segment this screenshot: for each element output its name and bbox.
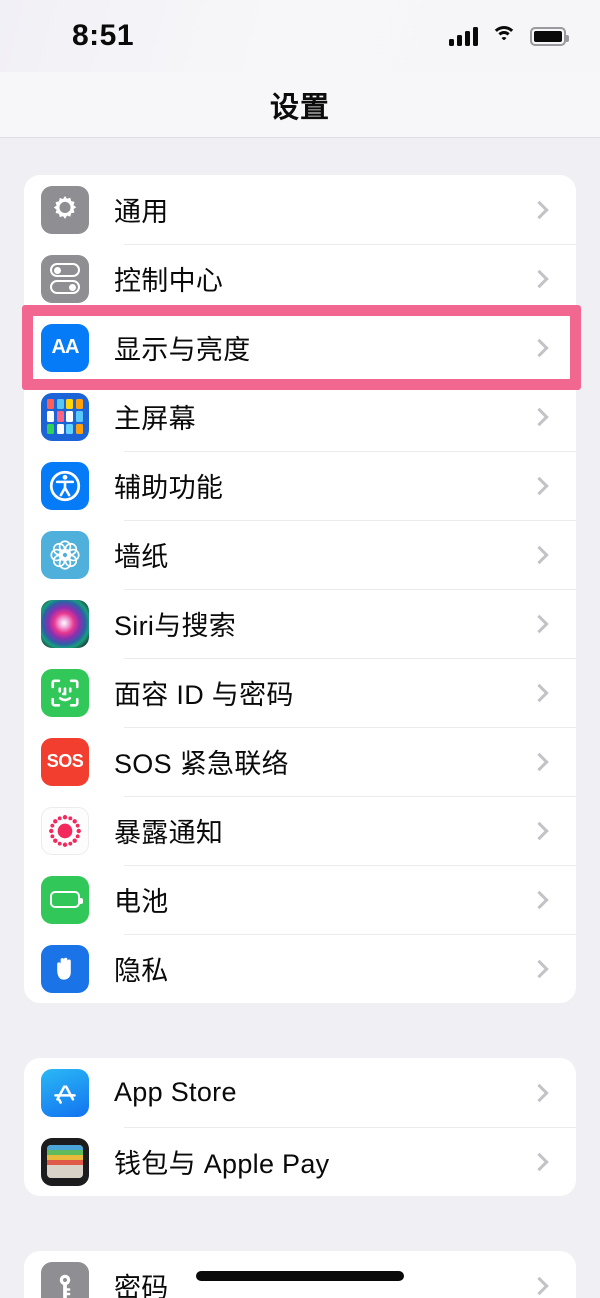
- chevron-right-icon: [530, 200, 549, 219]
- app-store-icon: [41, 1068, 89, 1117]
- page-title: 设置: [269, 91, 330, 124]
- settings-row-label: 隐私: [114, 956, 169, 986]
- chevron-right-icon: [530, 1152, 549, 1171]
- chevron-right-icon: [530, 959, 549, 978]
- system-settings-group: 通用 控制中心 AA 显示与亮度 主屏幕 辅助功能 墙纸 Siri与搜索 面容 …: [24, 175, 576, 1003]
- settings-row-wallpaper[interactable]: 墙纸: [24, 520, 576, 589]
- settings-row-general[interactable]: 通用: [24, 175, 576, 244]
- settings-row-label: 暴露通知: [114, 818, 224, 848]
- chevron-right-icon: [530, 821, 549, 840]
- exposure-notification-icon: [41, 806, 89, 855]
- settings-row-battery[interactable]: 电池: [24, 865, 576, 934]
- wallpaper-icon: [41, 530, 89, 579]
- settings-row-display-brightness[interactable]: AA 显示与亮度: [24, 313, 576, 382]
- settings-row-accessibility[interactable]: 辅助功能: [24, 451, 576, 520]
- settings-row-label: 密码: [114, 1273, 169, 1298]
- settings-row-label: 通用: [114, 197, 169, 227]
- privacy-hand-icon: [41, 944, 89, 993]
- sos-icon: SOS: [41, 737, 89, 786]
- settings-row-exposure-notifications[interactable]: 暴露通知: [24, 796, 576, 865]
- settings-row-siri-search[interactable]: Siri与搜索: [24, 589, 576, 658]
- settings-row-label: 面容 ID 与密码: [114, 680, 294, 710]
- chevron-right-icon: [530, 545, 549, 564]
- key-icon: [41, 1261, 89, 1298]
- settings-row-label: SOS 紧急联络: [114, 749, 289, 779]
- chevron-right-icon: [530, 338, 549, 357]
- settings-row-label: App Store: [114, 1077, 237, 1107]
- status-bar-indicators: [449, 26, 569, 46]
- settings-row-label: 辅助功能: [114, 473, 224, 503]
- settings-row-face-id-passcode[interactable]: 面容 ID 与密码: [24, 658, 576, 727]
- chevron-right-icon: [530, 1083, 549, 1102]
- face-id-icon: [41, 668, 89, 717]
- battery-icon: [41, 875, 89, 924]
- iphone-settings-screen: 8:51 设置 通用 控制中心 AA 显示与亮度 主屏幕 辅助功能 墙纸 Sir…: [0, 0, 600, 1298]
- settings-row-label: 电池: [114, 887, 169, 917]
- chevron-right-icon: [530, 890, 549, 909]
- siri-icon: [41, 599, 89, 648]
- status-bar-time: 8:51: [72, 19, 135, 52]
- control-center-icon: [41, 254, 89, 303]
- settings-row-label: 钱包与 Apple Pay: [114, 1149, 330, 1179]
- home-screen-icon: [41, 392, 89, 441]
- store-group: App Store 钱包与 Apple Pay: [24, 1058, 576, 1196]
- settings-row-label: 显示与亮度: [114, 335, 251, 365]
- chevron-right-icon: [530, 1276, 549, 1295]
- chevron-right-icon: [530, 476, 549, 495]
- chevron-right-icon: [530, 683, 549, 702]
- wifi-icon: [491, 26, 517, 46]
- settings-row-label: 主屏幕: [114, 404, 196, 434]
- chevron-right-icon: [530, 269, 549, 288]
- settings-row-label: 墙纸: [114, 542, 169, 572]
- settings-scroll-view[interactable]: 通用 控制中心 AA 显示与亮度 主屏幕 辅助功能 墙纸 Siri与搜索 面容 …: [0, 138, 600, 1298]
- display-brightness-icon: AA: [41, 323, 89, 372]
- home-indicator: [196, 1271, 404, 1281]
- wallet-icon: [41, 1137, 89, 1186]
- status-bar: 8:51: [0, 0, 600, 72]
- navigation-bar: 设置: [0, 72, 600, 138]
- chevron-right-icon: [530, 407, 549, 426]
- battery-full-icon: [530, 26, 569, 46]
- cellular-signal-icon: [449, 26, 478, 46]
- settings-row-label: Siri与搜索: [114, 611, 237, 641]
- settings-row-privacy[interactable]: 隐私: [24, 934, 576, 1003]
- settings-row-wallet-apple-pay[interactable]: 钱包与 Apple Pay: [24, 1127, 576, 1196]
- settings-row-app-store[interactable]: App Store: [24, 1058, 576, 1127]
- gear-icon: [41, 185, 89, 234]
- settings-row-control-center[interactable]: 控制中心: [24, 244, 576, 313]
- settings-row-label: 控制中心: [114, 266, 224, 296]
- accessibility-icon: [41, 461, 89, 510]
- chevron-right-icon: [530, 752, 549, 771]
- chevron-right-icon: [530, 614, 549, 633]
- settings-row-home-screen[interactable]: 主屏幕: [24, 382, 576, 451]
- settings-row-emergency-sos[interactable]: SOS SOS 紧急联络: [24, 727, 576, 796]
